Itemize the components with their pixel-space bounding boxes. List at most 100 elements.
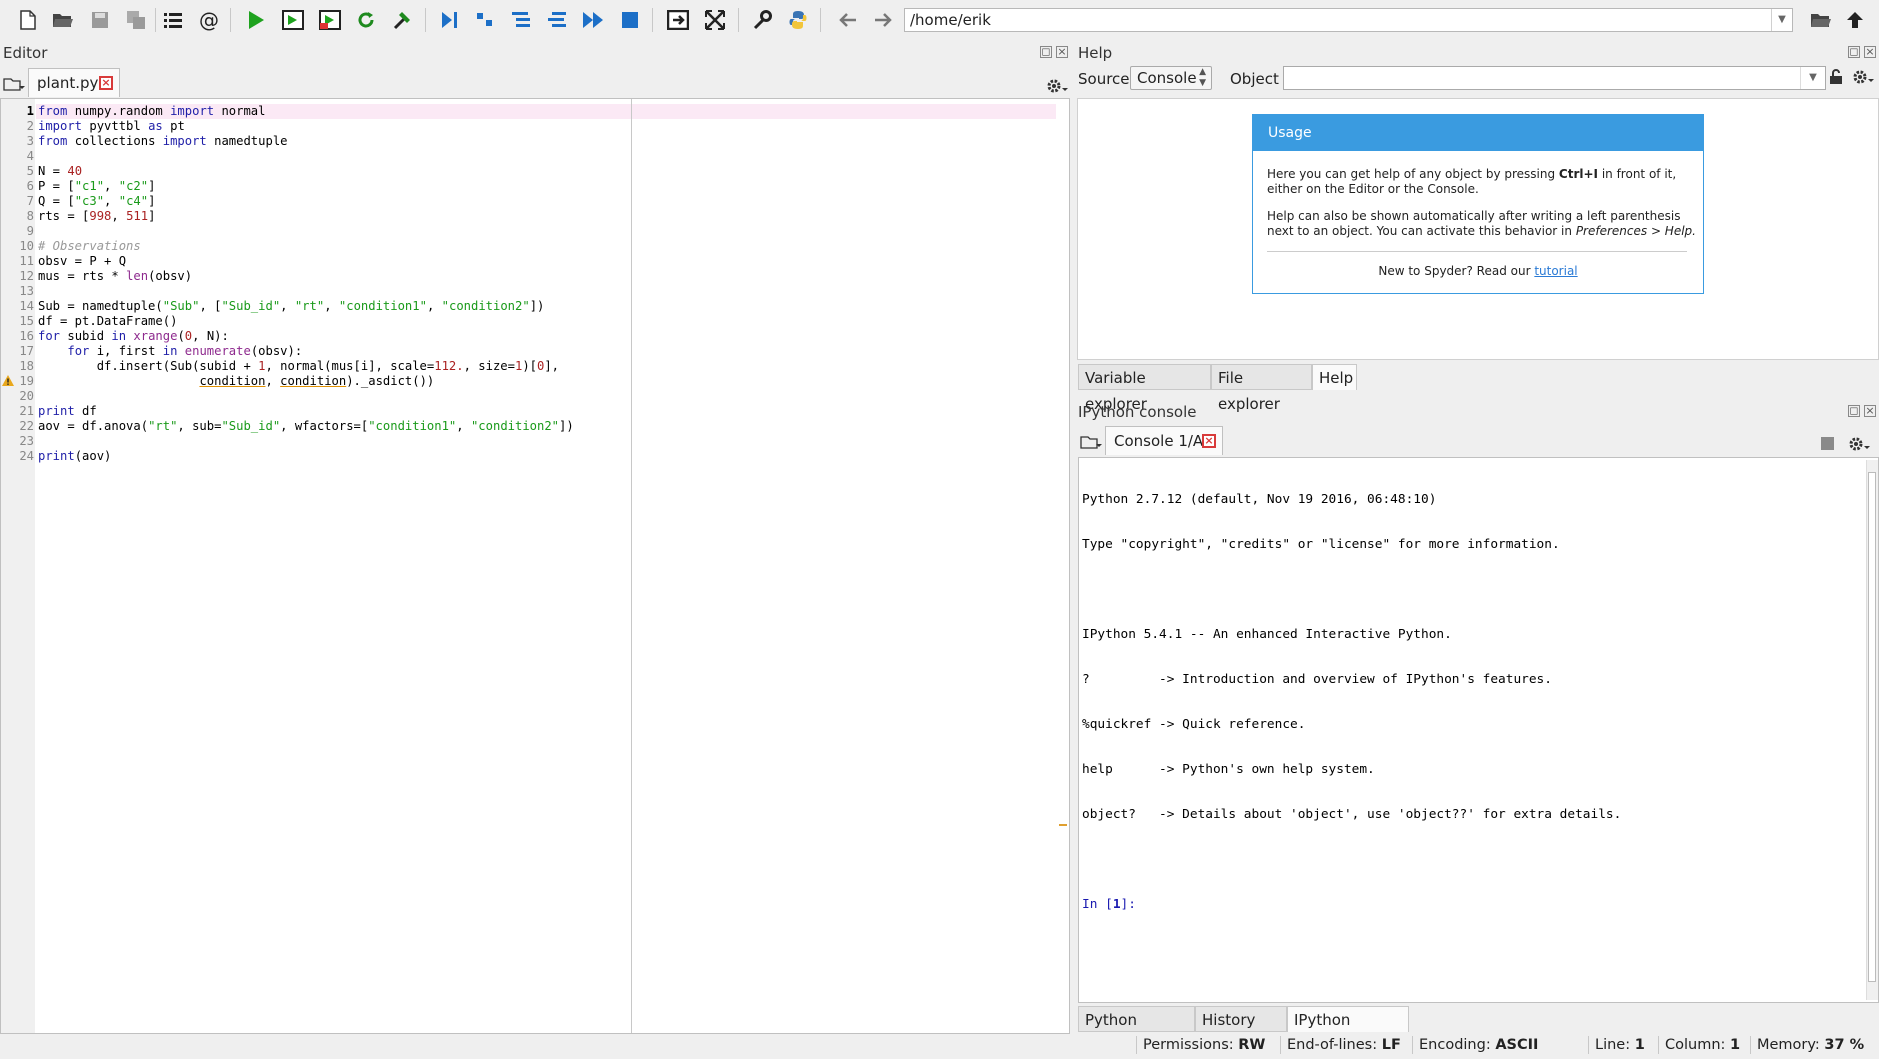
continue-icon[interactable]	[580, 8, 606, 32]
save-all-icon[interactable]	[123, 8, 149, 32]
source-select-value: Console	[1137, 69, 1197, 87]
usage-divider	[1267, 251, 1687, 252]
step-icon[interactable]	[472, 8, 498, 32]
code-line: import pyvttbl as pt	[38, 119, 185, 133]
editor-tab-plant-py[interactable]: plant.py ×	[28, 68, 120, 97]
run-config-icon[interactable]	[389, 8, 415, 32]
line-numbers: 1 2 3 4 5 6 7 8 9 10 11 12 13 14 15 16 17 18 19 20 21 22 23 24	[2, 104, 34, 464]
source-label: Source	[1078, 70, 1130, 88]
tab-help[interactable]: Help	[1312, 364, 1357, 390]
step-return-icon[interactable]	[544, 8, 570, 32]
tab-ipython-console[interactable]: IPython console	[1287, 1006, 1409, 1055]
stop-debug-icon[interactable]	[617, 8, 643, 32]
code-line: # Observations	[38, 239, 141, 253]
line-number: 1	[26, 104, 34, 118]
gear-icon[interactable]	[1848, 436, 1870, 456]
object-input[interactable]: ▼	[1283, 66, 1826, 90]
line-number: 3	[26, 134, 34, 148]
ipython-console-title: IPython console	[1078, 403, 1197, 421]
object-label: Object	[1230, 70, 1279, 88]
browse-directory-icon[interactable]	[1808, 8, 1834, 32]
python-path-icon[interactable]	[785, 8, 811, 32]
tab-history-log[interactable]: History log	[1195, 1006, 1287, 1055]
new-file-icon[interactable]	[15, 8, 41, 32]
maximize-pane-icon[interactable]	[665, 8, 691, 32]
gear-icon[interactable]	[1852, 69, 1874, 89]
gear-icon[interactable]	[1046, 78, 1068, 98]
code-content[interactable]: from numpy.random import normal import py…	[38, 104, 574, 464]
line-number: 7	[26, 194, 34, 208]
back-icon[interactable]	[835, 8, 861, 32]
console-tab[interactable]: Console 1/A ×	[1105, 426, 1223, 455]
browse-tabs-icon[interactable]	[3, 76, 25, 96]
console-line: ? -> Introduction and overview of IPytho…	[1082, 672, 1552, 687]
stop-icon[interactable]	[1821, 437, 1834, 450]
close-pane-icon[interactable]: ×	[1864, 405, 1876, 417]
run-cell-icon[interactable]	[280, 8, 306, 32]
working-directory-input[interactable]: /home/erik ▼	[904, 8, 1793, 32]
tab-file-explorer[interactable]: File explorer	[1211, 364, 1312, 413]
browse-tabs-icon[interactable]	[1080, 434, 1102, 454]
code-line: obsv = P + Q	[38, 254, 127, 268]
code-line: aov = df.anova("rt", sub="Sub_id", wfact…	[38, 419, 574, 433]
console-tab-label: Console 1/A	[1114, 432, 1204, 450]
close-icon[interactable]: ×	[1202, 434, 1216, 448]
line-number: 9	[26, 224, 34, 238]
usage-title: Usage	[1253, 115, 1703, 151]
undock-icon[interactable]: ◻	[1040, 46, 1052, 58]
code-line: for i, first in enumerate(obsv):	[67, 344, 303, 358]
rerun-icon[interactable]	[353, 8, 379, 32]
debug-icon[interactable]	[436, 8, 462, 32]
console-line: %quickref -> Quick reference.	[1082, 717, 1306, 732]
run-cell-advance-icon[interactable]	[317, 8, 343, 32]
parent-directory-icon[interactable]	[1842, 8, 1868, 32]
line-number: 17	[19, 344, 34, 358]
code-line: N = 40	[38, 164, 83, 178]
console-scrollbar[interactable]	[1866, 460, 1878, 1000]
chevron-down-icon[interactable]: ▼	[1771, 9, 1792, 31]
line-number: 16	[19, 329, 34, 343]
step-into-icon[interactable]	[508, 8, 534, 32]
save-icon[interactable]	[87, 8, 113, 32]
line-number: 11	[19, 254, 34, 268]
spinner-icon: ▲ ▼	[1199, 67, 1206, 88]
tab-variable-explorer[interactable]: Variable explorer	[1078, 364, 1211, 413]
forward-icon[interactable]	[870, 8, 896, 32]
edge-line	[631, 99, 632, 1033]
line-number: 21	[19, 404, 34, 418]
line-number: 13	[19, 284, 34, 298]
preferences-icon[interactable]	[749, 8, 775, 32]
status-column: Column: 1	[1658, 1036, 1751, 1054]
lock-icon[interactable]	[1829, 69, 1843, 89]
tutorial-link[interactable]: tutorial	[1534, 264, 1577, 278]
close-pane-icon[interactable]: ×	[1864, 46, 1876, 58]
code-line: print df	[38, 404, 97, 418]
code-line: print(aov)	[38, 449, 112, 463]
code-line: df = pt.DataFrame()	[38, 314, 178, 328]
fullscreen-icon[interactable]	[702, 8, 728, 32]
line-number: 24	[19, 449, 34, 463]
source-select[interactable]: Console ▲ ▼	[1130, 66, 1212, 90]
usage-footer: New to Spyder? Read our tutorial	[1378, 264, 1578, 278]
undock-icon[interactable]: ◻	[1848, 405, 1860, 417]
run-icon[interactable]	[243, 8, 269, 32]
console-prompt[interactable]: In [1]:	[1082, 897, 1621, 912]
line-number: 20	[19, 389, 34, 403]
status-permissions: Permissions: RW	[1136, 1036, 1283, 1054]
open-file-icon[interactable]	[50, 8, 76, 32]
close-pane-icon[interactable]: ×	[1056, 46, 1068, 58]
code-line: mus = rts * len(obsv)	[38, 269, 193, 283]
outline-icon[interactable]	[160, 8, 186, 32]
chevron-down-icon[interactable]: ▼	[1800, 67, 1825, 89]
code-line: from collections import namedtuple	[38, 134, 288, 148]
undock-icon[interactable]: ◻	[1848, 46, 1860, 58]
at-icon[interactable]: @	[196, 8, 222, 32]
tab-python-console[interactable]: Python console	[1078, 1006, 1195, 1055]
close-icon[interactable]: ×	[99, 76, 113, 90]
line-number: 10	[19, 239, 34, 253]
line-number: 4	[26, 149, 34, 163]
